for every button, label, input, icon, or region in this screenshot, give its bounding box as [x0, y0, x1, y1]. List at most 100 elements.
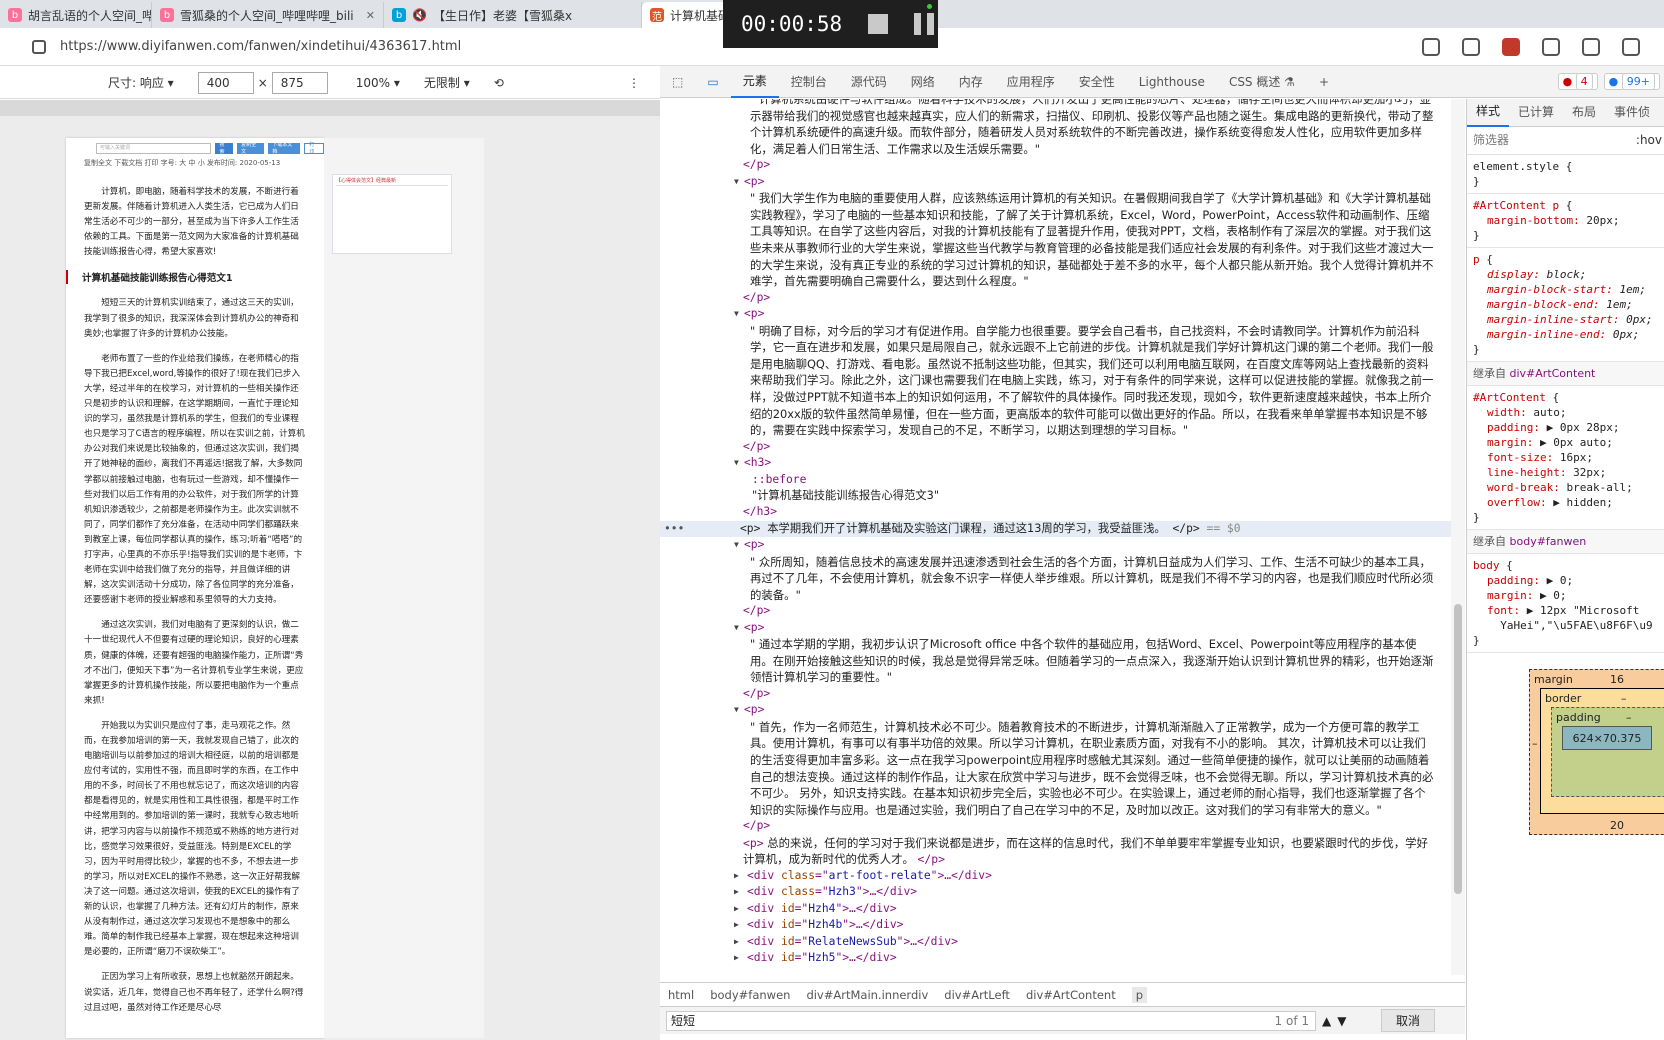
dom-text-node[interactable]: " 计算机系统由硬件与软件组成。随着科学技术的发展，人们开发出了更高性能的芯片、… — [660, 99, 1452, 157]
rule-p-ua[interactable]: p { display: block; margin-block-start: … — [1467, 248, 1664, 362]
error-count[interactable]: ● 4 — [1557, 73, 1598, 90]
dom-selected-node[interactable]: ••• <p> 本学期我们开了计算机基础及实验这门课程，通过这13周的学习，我受益… — [660, 520, 1452, 538]
filter-input[interactable]: 筛选器 — [1473, 133, 1509, 148]
zoom-dropdown[interactable]: 100% ▾ — [356, 76, 400, 90]
inherited-selector[interactable]: div#ArtContent — [1510, 367, 1596, 380]
collections-icon[interactable] — [1542, 37, 1560, 56]
tab-lighthouse[interactable]: Lighthouse — [1127, 66, 1217, 98]
rotate-icon[interactable]: ⟲ — [494, 76, 504, 90]
inherited-from-body[interactable]: 继承自 body#fanwen — [1467, 530, 1664, 554]
collapse-arrow-icon[interactable]: ▶ — [734, 884, 739, 900]
dom-text-node[interactable]: " 我们大学生作为电脑的重要使用人群，应该熟练运用计算机的有关知识。在暑假期间我… — [660, 190, 1452, 290]
tab-styles[interactable]: 样式 — [1467, 99, 1510, 127]
browser-tab-3[interactable]: b 🔇 【生日作】老婆【雪狐桑x — [384, 2, 642, 28]
pause-icon[interactable] — [914, 13, 935, 35]
extension-shield-icon[interactable] — [1502, 37, 1520, 56]
inherited-selector[interactable]: body#fanwen — [1510, 535, 1587, 548]
expand-arrow-icon[interactable]: ▼ — [734, 537, 739, 553]
collapse-arrow-icon[interactable]: ▶ — [734, 917, 739, 933]
expand-arrow-icon[interactable]: ▼ — [734, 306, 739, 322]
tab-network[interactable]: 网络 — [899, 66, 947, 98]
warning-count[interactable]: ● 99+ — [1603, 73, 1660, 90]
dom-close-tag[interactable]: </h3> — [660, 504, 1452, 520]
hov-toggle[interactable]: :hov — [1636, 133, 1662, 148]
dom-text-node[interactable]: " 通过本学期的学期，我初步认识了Microsoft office 中各个软件的… — [660, 636, 1452, 686]
crumb-html[interactable]: html — [668, 988, 694, 1002]
tab-application[interactable]: 应用程序 — [995, 66, 1067, 98]
collapse-arrow-icon[interactable]: ▶ — [734, 901, 739, 917]
crumb-artcontent[interactable]: div#ArtContent — [1026, 988, 1116, 1002]
dom-collapsed-node[interactable]: ▶ <div id="Hzh5">…</div> — [660, 950, 1452, 966]
dom-text-node[interactable]: " 众所周知，随着信息技术的高速发展并迅速渗透到社会生活的各个方面，计算机日益成… — [660, 554, 1452, 604]
dom-collapsed-node[interactable]: ▶ <div id="RelateNewsSub">…</div> — [660, 934, 1452, 950]
dom-text-node[interactable]: " 首先，作为一名师范生，计算机技术必不可少。随着教育技术的不断进步，计算机渐渐… — [660, 719, 1452, 819]
crumb-artmain[interactable]: div#ArtMain.innerdiv — [806, 988, 928, 1002]
crumb-body[interactable]: body#fanwen — [710, 988, 790, 1002]
extensions-icon[interactable] — [1582, 37, 1600, 56]
expand-arrow-icon[interactable]: ▼ — [734, 174, 739, 190]
scrollbar-thumb[interactable] — [1454, 604, 1462, 894]
dom-close-tag[interactable]: </p> — [660, 157, 1452, 173]
favorite-icon[interactable] — [1462, 37, 1480, 56]
rule-artcontent-p[interactable]: #ArtContent p { margin-bottom: 20px;} — [1467, 194, 1664, 248]
dom-inline-p[interactable]: <p> 总的来说，任何的学习对于我们来说都是进步，而在这样的信息时代，我们不单单… — [660, 835, 1452, 868]
site-search-button[interactable]: 搜索 — [215, 142, 234, 155]
more-options-icon[interactable]: ⋮ — [628, 76, 640, 90]
find-prev-icon[interactable]: ▲ — [1322, 1014, 1331, 1028]
size-dropdown[interactable]: 尺寸: 响应 ▾ — [108, 74, 174, 91]
download-button[interactable]: 下载本文档 — [268, 142, 301, 155]
dom-collapsed-node[interactable]: ▶ <div class="Hzh3">…</div> — [660, 884, 1452, 900]
ellipsis-icon[interactable]: ••• — [664, 521, 684, 537]
height-input[interactable]: 875 — [271, 71, 328, 94]
dom-collapsed-node[interactable]: ▶ <div class="art-foot-relate">…</div> — [660, 868, 1452, 884]
rule-body[interactable]: body { padding: ▶ 0; margin: ▶ 0; font: … — [1467, 554, 1664, 653]
width-input[interactable]: 400 — [197, 71, 254, 94]
tab-memory[interactable]: 内存 — [947, 66, 995, 98]
find-next-icon[interactable]: ▼ — [1337, 1014, 1346, 1028]
tab-security[interactable]: 安全性 — [1067, 66, 1127, 98]
browser-tab-2[interactable]: b 雪狐桑的个人空间_哔哩哔哩_bili ✕ — [152, 2, 384, 28]
tab-css-overview[interactable]: CSS 概述 ⚗ — [1217, 66, 1307, 98]
article-page[interactable]: 可输入关键词 搜索 复制全文 下载本文档 打印 复制全文 下载文档 打印 字号:… — [66, 138, 324, 1038]
dom-open-tag[interactable]: ▼ <h3> — [660, 455, 1452, 471]
crumb-p[interactable]: p — [1131, 986, 1148, 1003]
expand-arrow-icon[interactable]: ▼ — [734, 455, 739, 471]
rule-element-style[interactable]: element.style {} — [1467, 155, 1664, 194]
dom-h3-text[interactable]: "计算机基础技能训练报告心得范文3" — [660, 488, 1452, 504]
dom-open-tag[interactable]: ▼ <p> — [660, 620, 1452, 636]
site-search-input[interactable]: 可输入关键词 — [96, 142, 212, 154]
mute-icon[interactable]: 🔇 — [412, 8, 427, 22]
dom-collapsed-node[interactable]: ▶ <div id="Hzh4">…</div> — [660, 901, 1452, 917]
tab-event-listeners[interactable]: 事件侦 — [1605, 99, 1659, 127]
tab-layout[interactable]: 布局 — [1563, 99, 1605, 127]
styles-filter[interactable]: 筛选器 :hov — [1467, 127, 1664, 155]
dom-close-tag[interactable]: </p> — [660, 290, 1452, 306]
dom-collapsed-node[interactable]: ▶ <div id="Hzh4b">…</div> — [660, 917, 1452, 933]
dom-scrollbar[interactable] — [1451, 99, 1465, 975]
dom-close-tag[interactable]: </p> — [660, 603, 1452, 619]
tab-sources[interactable]: 源代码 — [839, 66, 899, 98]
print-button[interactable]: 打印 — [304, 142, 324, 155]
expand-arrow-icon[interactable]: ▼ — [734, 620, 739, 636]
lock-icon[interactable] — [32, 39, 46, 54]
tab-computed[interactable]: 已计算 — [1509, 99, 1563, 127]
crumb-artleft[interactable]: div#ArtLeft — [944, 988, 1010, 1002]
find-cancel-button[interactable]: 取消 — [1380, 1009, 1435, 1032]
dom-open-tag[interactable]: ▼ <p> — [660, 702, 1452, 718]
dom-open-tag[interactable]: ▼ <p> — [660, 306, 1452, 322]
collapse-arrow-icon[interactable]: ▶ — [734, 934, 739, 950]
elements-dom-tree[interactable]: " 计算机系统由硬件与软件组成。随着科学技术的发展，人们开发出了更高性能的芯片、… — [660, 99, 1452, 975]
copy-all-button[interactable]: 复制全文 — [237, 142, 265, 155]
collapse-arrow-icon[interactable]: ▶ — [734, 868, 739, 884]
add-tab-button[interactable]: + — [1307, 66, 1341, 98]
inspect-icon[interactable]: ⬚ — [660, 66, 695, 98]
url-text[interactable]: https://www.diyifanwen.com/fanwen/xindet… — [60, 39, 461, 54]
inherited-from-artcontent[interactable]: 继承自 div#ArtContent — [1467, 362, 1664, 386]
dom-open-tag[interactable]: ▼ <p> — [660, 174, 1452, 190]
dom-close-tag[interactable]: </p> — [660, 818, 1452, 834]
collapse-arrow-icon[interactable]: ▶ — [734, 950, 739, 966]
dom-open-tag[interactable]: ▼ <p> — [660, 537, 1452, 553]
dom-text-node[interactable]: " 明确了目标，对今后的学习才有促进作用。自学能力也很重要。要学会自己看书，自己… — [660, 323, 1452, 439]
rule-artcontent[interactable]: #ArtContent { width: auto; padding: ▶ 0p… — [1467, 386, 1664, 530]
stop-icon[interactable] — [868, 14, 889, 34]
